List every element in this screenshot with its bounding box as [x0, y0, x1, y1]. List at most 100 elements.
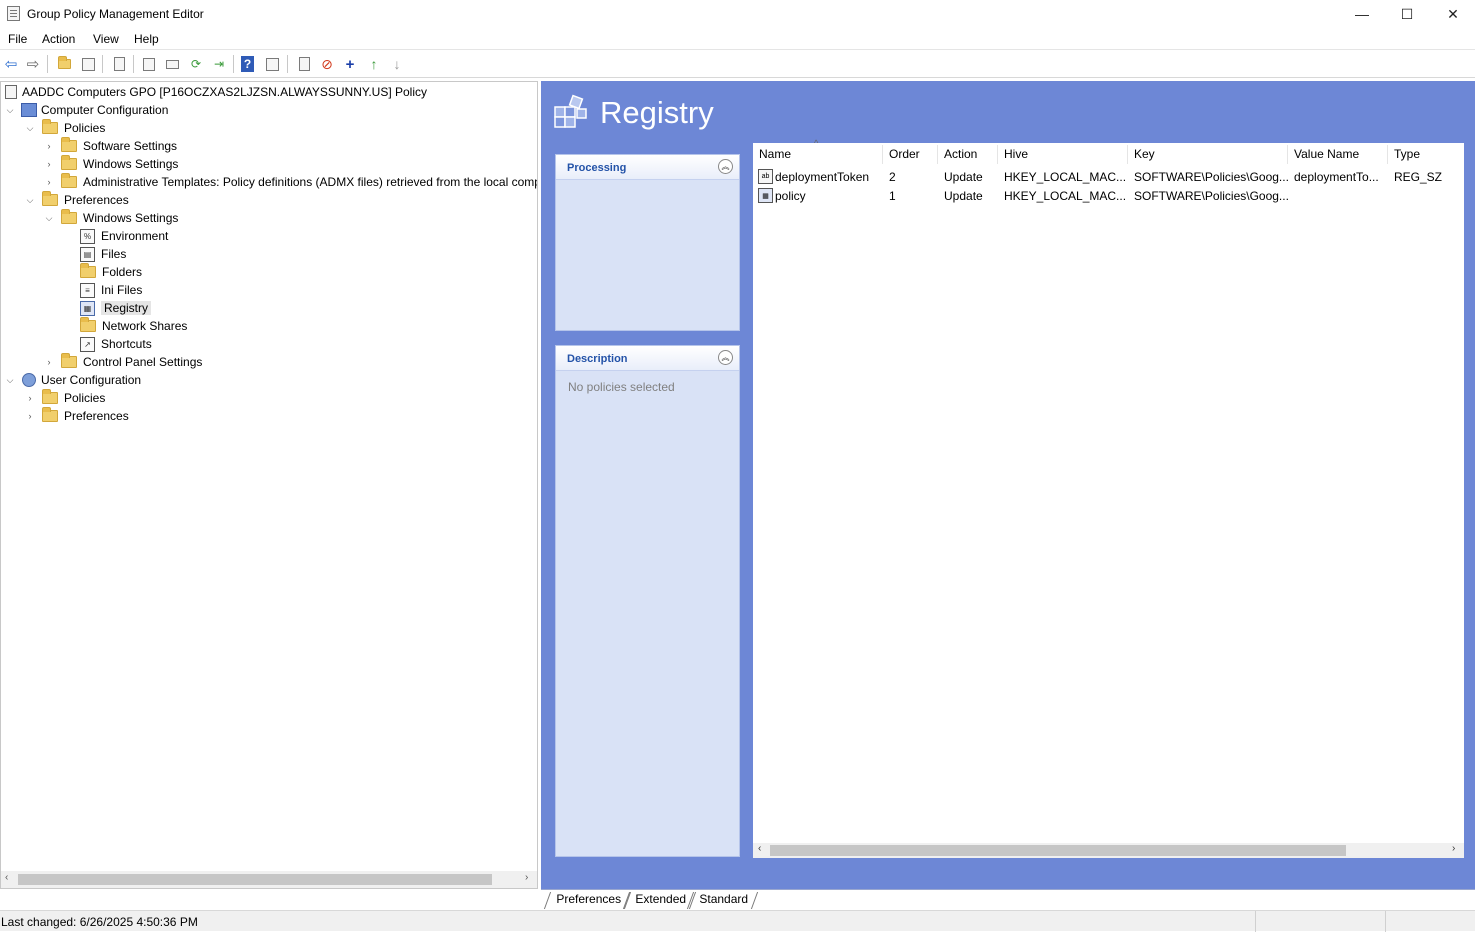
scroll-right-icon[interactable]: › [1452, 843, 1455, 854]
column-header-order[interactable]: Order [889, 147, 920, 161]
menu-help[interactable]: Help [134, 32, 159, 46]
chevron-right-icon[interactable]: › [44, 159, 54, 169]
chevron-down-icon[interactable]: ⌵ [5, 105, 15, 116]
row-action: Update [944, 189, 983, 203]
tree-folders[interactable]: Folders [80, 263, 142, 281]
menu-file[interactable]: File [8, 32, 27, 46]
tree-windows-settings[interactable]: › Windows Settings [44, 155, 178, 173]
scrollbar-thumb[interactable] [770, 845, 1346, 856]
column-header-type[interactable]: Type [1394, 147, 1420, 161]
chevron-right-icon[interactable]: › [44, 357, 54, 367]
refresh-icon[interactable]: ⟳ [188, 56, 204, 72]
scroll-right-icon[interactable]: › [525, 872, 528, 883]
up-folder-icon[interactable] [56, 56, 72, 72]
export-list-icon[interactable]: ⇥ [211, 56, 227, 72]
tree-user-policies[interactable]: › Policies [25, 389, 105, 407]
tab-standard[interactable]: Standard [686, 892, 758, 909]
processing-panel: Processing ︽ [555, 154, 740, 331]
clipboard-icon[interactable] [111, 56, 127, 72]
chevron-right-icon[interactable]: › [25, 411, 35, 421]
properties-icon[interactable] [141, 56, 157, 72]
network-share-icon [80, 317, 96, 332]
chevron-right-icon[interactable]: › [25, 393, 35, 403]
sort-ascending-icon: ^ [814, 138, 819, 148]
tree-label: Control Panel Settings [83, 355, 203, 369]
toolbar: ⇦ ⇨ ⟳ ⇥ ? ⊘ + ↑ ↓ [0, 51, 1475, 78]
tab-label: Extended [635, 892, 687, 906]
add-icon[interactable]: + [342, 56, 358, 73]
status-bar: Last changed: 6/26/2025 4:50:36 PM [0, 910, 1475, 932]
app-icon [7, 6, 20, 21]
chevron-down-icon[interactable]: ⌵ [44, 213, 54, 224]
column-header-key[interactable]: Key [1134, 147, 1155, 161]
tree-label: Policies [64, 391, 106, 405]
new-item-icon[interactable] [296, 56, 312, 72]
row-value-name: deploymentTo... [1294, 170, 1379, 184]
tree-policies[interactable]: ⌵ Policies [25, 119, 105, 137]
menu-action[interactable]: Action [42, 32, 75, 46]
tree-user-preferences[interactable]: › Preferences [25, 407, 129, 425]
collapse-up-icon[interactable]: ︽ [718, 159, 733, 174]
tree-pref-windows-settings[interactable]: ⌵ Windows Settings [44, 209, 178, 227]
table-row[interactable]: ab deploymentToken 2 Update HKEY_LOCAL_M… [753, 167, 1464, 186]
column-header-value-name[interactable]: Value Name [1294, 147, 1359, 161]
chevron-down-icon[interactable]: ⌵ [25, 123, 35, 134]
tree-computer-configuration[interactable]: ⌵ Computer Configuration [5, 101, 168, 119]
tree-files[interactable]: ▤ Files [80, 245, 126, 263]
scroll-left-icon[interactable]: ‹ [758, 843, 761, 854]
print-icon[interactable] [164, 56, 180, 72]
user-icon [22, 373, 36, 387]
show-hide-tree-icon[interactable] [80, 56, 96, 72]
registry-collection-icon: ▦ [758, 188, 773, 203]
column-header-action[interactable]: Action [944, 147, 977, 161]
action-pane-icon[interactable] [264, 56, 280, 72]
tree-user-configuration[interactable]: ⌵ User Configuration [5, 371, 141, 389]
tree-network-shares[interactable]: Network Shares [80, 317, 187, 335]
menu-view[interactable]: View [93, 32, 119, 46]
tree-control-panel-settings[interactable]: › Control Panel Settings [44, 353, 202, 371]
back-arrow-icon[interactable]: ⇦ [3, 56, 19, 73]
row-key: SOFTWARE\Policies\Goog... [1134, 189, 1289, 203]
tab-extended[interactable]: Extended [622, 892, 696, 909]
scroll-left-icon[interactable]: ‹ [5, 872, 8, 883]
tree-root-gpo[interactable]: AADDC Computers GPO [P16OCZXAS2LJZSN.ALW… [5, 83, 427, 101]
stop-icon[interactable]: ⊘ [319, 56, 335, 72]
row-hive: HKEY_LOCAL_MAC... [1004, 170, 1127, 184]
move-up-icon[interactable]: ↑ [366, 56, 382, 72]
tab-label: Standard [699, 892, 749, 906]
table-row[interactable]: ▦ policy 1 Update HKEY_LOCAL_MAC... SOFT… [753, 186, 1464, 205]
folder-icon [42, 191, 58, 206]
tree-software-settings[interactable]: › Software Settings [44, 137, 177, 155]
tree-shortcuts[interactable]: ↗ Shortcuts [80, 335, 152, 353]
chevron-down-icon[interactable]: ⌵ [5, 375, 15, 386]
tree-label: Windows Settings [83, 211, 179, 225]
collapse-up-icon[interactable]: ︽ [718, 350, 733, 365]
folder-icon [61, 209, 77, 224]
registry-string-value-icon: ab [758, 169, 773, 184]
row-name: deploymentToken [775, 170, 870, 184]
tree-administrative-templates[interactable]: › Administrative Templates: Policy defin… [44, 173, 537, 191]
tree-horizontal-scrollbar[interactable]: ‹ › [1, 871, 537, 888]
move-down-icon[interactable]: ↓ [389, 56, 405, 72]
chevron-down-icon[interactable]: ⌵ [25, 195, 35, 206]
column-header-hive[interactable]: Hive [1004, 147, 1028, 161]
tree-registry[interactable]: ▦ Registry [80, 299, 152, 317]
maximize-button[interactable]: ☐ [1384, 0, 1430, 28]
tree-label: Files [101, 247, 127, 261]
chevron-right-icon[interactable]: › [44, 177, 54, 187]
folder-icon [61, 155, 77, 170]
column-header-name[interactable]: Name [759, 147, 791, 161]
scrollbar-thumb[interactable] [18, 874, 492, 885]
help-icon[interactable]: ? [241, 56, 254, 72]
tab-preferences[interactable]: Preferences [543, 892, 631, 909]
row-order: 1 [889, 189, 896, 203]
minimize-button[interactable]: — [1339, 0, 1385, 28]
close-button[interactable]: ✕ [1430, 0, 1475, 28]
forward-arrow-icon[interactable]: ⇨ [25, 56, 41, 73]
tree-environment[interactable]: % Environment [80, 227, 168, 245]
list-horizontal-scrollbar[interactable]: ‹ › [753, 843, 1464, 858]
chevron-right-icon[interactable]: › [44, 141, 54, 151]
description-label: Description [567, 353, 628, 365]
tree-preferences[interactable]: ⌵ Preferences [25, 191, 129, 209]
tree-ini-files[interactable]: ≡ Ini Files [80, 281, 142, 299]
